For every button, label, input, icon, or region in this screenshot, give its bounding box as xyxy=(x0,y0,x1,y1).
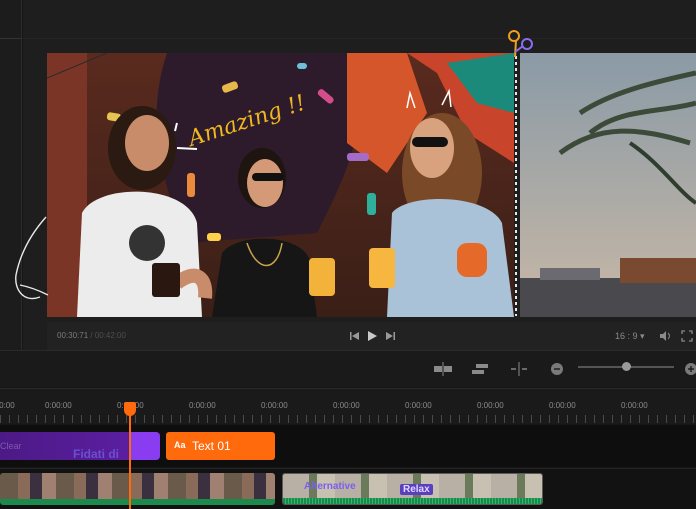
time-separator: / xyxy=(88,331,95,340)
clip-thumbnails xyxy=(0,473,275,499)
ruler-tick-label: 0:00:00 xyxy=(405,401,432,410)
ruler-tick-label: 0:00:00 xyxy=(477,401,504,410)
overlay-clip-trim-handle[interactable] xyxy=(130,432,160,460)
ruler-tick-label: 0:00:00 xyxy=(189,401,216,410)
fullscreen-icon[interactable] xyxy=(681,330,693,342)
total-time: 00:42:00 xyxy=(94,331,126,340)
overlay-clip-label: Clear xyxy=(0,441,22,451)
text-clip-label: Text 01 xyxy=(192,439,231,453)
ruler-tick-label: 0:00:00 xyxy=(333,401,360,410)
timeline-ruler[interactable]: 0:00:00 0:00:00 0:00:00 0:00:00 0:00:00 … xyxy=(0,388,696,424)
volume-icon[interactable] xyxy=(659,330,671,342)
chevron-down-icon: ▾ xyxy=(640,331,645,341)
split-marker[interactable] xyxy=(515,56,517,316)
overlay-caption: Fidati di xyxy=(73,447,119,461)
skip-back-icon[interactable] xyxy=(349,330,361,342)
track-align-icon[interactable] xyxy=(471,362,489,376)
scribble-doodle xyxy=(15,216,49,300)
scissors-icon[interactable] xyxy=(505,28,539,58)
ruler-tick-label: 0:00:00 xyxy=(549,401,576,410)
player-controls: 00:30:71 / 00:42:00 16 : 9 ▾ xyxy=(47,322,696,350)
text-clip[interactable]: Aa Text 01 xyxy=(166,432,275,460)
video-clip-title: Alternative xyxy=(304,481,356,492)
ruler-ticks xyxy=(0,415,696,423)
next-clip-preview xyxy=(520,53,696,317)
aspect-ratio-value: 16 : 9 xyxy=(615,331,638,341)
ruler-tick-label: 0:00:00 xyxy=(261,401,288,410)
audio-waveform xyxy=(283,498,542,504)
play-icon[interactable] xyxy=(366,330,378,342)
zoom-slider-handle[interactable] xyxy=(622,362,631,371)
ruler-tick-label: 0:00:00 xyxy=(45,401,72,410)
text-icon: Aa xyxy=(174,440,186,450)
video-clip[interactable] xyxy=(0,473,275,505)
playhead-handle[interactable] xyxy=(124,402,136,416)
skip-forward-icon[interactable] xyxy=(384,330,396,342)
current-time: 00:30:71 xyxy=(57,331,89,340)
split-clips-icon[interactable] xyxy=(433,362,453,376)
timecode: 00:30:71 / 00:42:00 xyxy=(57,331,126,340)
video-preview-frame[interactable]: Amazing !! xyxy=(47,53,514,317)
zoom-in-icon[interactable] xyxy=(684,362,696,376)
ruler-tick-label: 0:00:00 xyxy=(0,401,15,410)
ruler-tick-label: 0:00:00 xyxy=(621,401,648,410)
playhead-line[interactable] xyxy=(129,402,131,509)
video-clip-title: Relax xyxy=(400,484,433,495)
marker-icon[interactable] xyxy=(510,362,528,376)
audio-waveform xyxy=(0,499,275,505)
timeline-toolbar xyxy=(0,351,696,387)
zoom-out-icon[interactable] xyxy=(550,362,564,376)
viewer-top-divider xyxy=(23,38,696,39)
aspect-ratio-select[interactable]: 16 : 9 ▾ xyxy=(615,331,645,342)
